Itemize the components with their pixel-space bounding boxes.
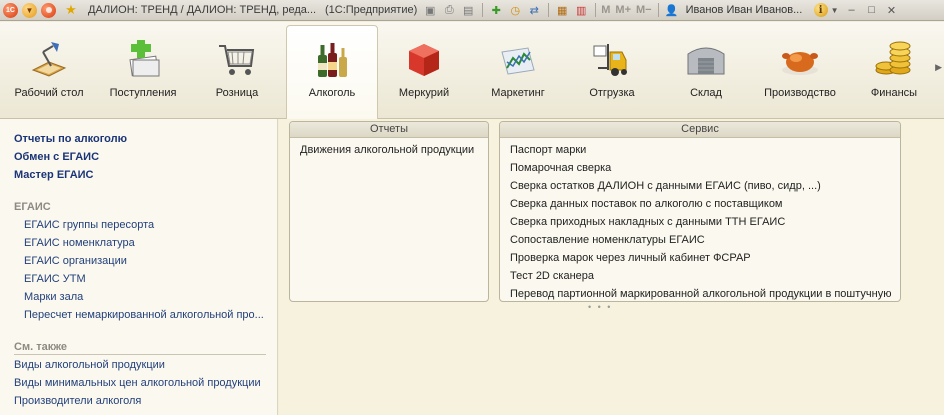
user-icon: 👤	[664, 4, 679, 17]
title-bar: 1С ▼ ★ ДАЛИОН: ТРЕНД / ДАЛИОН: ТРЕНД, ре…	[0, 0, 944, 21]
toolbar-separator	[548, 3, 550, 17]
memory-plus-button[interactable]: M+	[615, 4, 631, 16]
divider	[14, 354, 266, 355]
main-menu-icon[interactable]: ▼	[22, 2, 37, 18]
section-label: Поступления	[109, 87, 177, 99]
toolbar-separator	[595, 3, 597, 17]
toolbar-separator	[482, 3, 484, 17]
app-name: (1С:Предприятие)	[325, 4, 418, 16]
nav-item[interactable]: Марки зала	[24, 291, 264, 303]
print-icon[interactable]: ⎙	[441, 3, 457, 17]
nav-group-egais: ЕГАИС	[14, 201, 51, 213]
reports-group-title: Отчеты	[290, 122, 488, 138]
app-logo-icon[interactable]: 1С	[3, 2, 18, 18]
command-alcohol-movements[interactable]: Движения алкогольной продукции	[300, 144, 474, 156]
service-command[interactable]: Тест 2D сканера	[510, 270, 594, 282]
minimize-icon[interactable]: ‒	[845, 4, 859, 16]
nav-see-also-item[interactable]: Виды алкогольной продукции	[14, 359, 165, 371]
section-finance[interactable]: Финансы	[850, 26, 938, 114]
red-cube-icon	[409, 44, 439, 76]
service-command[interactable]: Помарочная сверка	[510, 162, 611, 174]
section-marketing[interactable]: Маркетинг	[474, 26, 562, 114]
service-group: Сервис Паспорт марки Помарочная сверка С…	[499, 121, 901, 302]
info-icon[interactable]: i	[813, 3, 828, 17]
desk-lamp-icon	[31, 42, 67, 77]
section-mercury[interactable]: Меркурий	[380, 26, 468, 114]
section-label: Производство	[764, 87, 836, 99]
work-area: Отчеты Движения алкогольной продукции Се…	[279, 119, 944, 415]
record-icon[interactable]	[41, 2, 56, 18]
nav-item[interactable]: ЕГАИС группы пересорта	[24, 219, 264, 231]
section-label: Маркетинг	[491, 87, 545, 99]
memory-minus-button[interactable]: M−	[636, 4, 652, 16]
memory-button[interactable]: M	[601, 4, 610, 16]
reports-group: Отчеты Движения алкогольной продукции	[289, 121, 489, 302]
section-label: Розница	[215, 87, 259, 99]
documents-plus-icon	[129, 40, 160, 77]
nav-see-also-item[interactable]: Производители алкоголя	[14, 395, 141, 407]
preview-icon[interactable]: ▤	[460, 3, 476, 17]
section-receipts[interactable]: Поступления	[99, 26, 187, 114]
section-label: Финансы	[870, 87, 918, 99]
service-command[interactable]: Сверка остатков ДАЛИОН с данными ЕГАИС (…	[510, 180, 821, 192]
section-retail[interactable]: Розница	[193, 26, 281, 114]
bottles-icon	[318, 43, 347, 77]
section-alcohol[interactable]: Алкоголь	[286, 25, 378, 120]
nav-item[interactable]: Пересчет немаркированной алкогольной про…	[24, 309, 264, 321]
current-user[interactable]: Иванов Иван Иванов...	[686, 4, 808, 16]
calculator-icon[interactable]: ▦	[554, 3, 570, 17]
sections-panel: Рабочий стол Поступления Розница Алкогол…	[0, 22, 944, 120]
nav-egais-exchange[interactable]: Обмен с ЕГАИС	[14, 151, 99, 163]
nav-egais-wizard[interactable]: Мастер ЕГАИС	[14, 169, 94, 181]
service-command[interactable]: Проверка марок через личный кабинет ФСРА…	[510, 252, 751, 264]
section-shipment[interactable]: Отгрузка	[568, 26, 656, 114]
chart-icon	[501, 47, 535, 75]
history-icon[interactable]: ◷	[507, 3, 523, 17]
service-command[interactable]: Сопоставление номенклатуры ЕГАИС	[510, 234, 705, 246]
nav-item[interactable]: ЕГАИС организации	[24, 255, 264, 267]
coins-icon	[875, 41, 911, 75]
link-icon[interactable]: ⇄	[526, 3, 542, 17]
forklift-icon	[593, 44, 627, 76]
nav-item[interactable]: ЕГАИС УТМ	[24, 273, 264, 285]
section-warehouse[interactable]: Склад	[662, 26, 750, 114]
service-command[interactable]: Сверка данных поставок по алкоголю с пос…	[510, 198, 783, 210]
service-command[interactable]: Перевод партионной маркированной алкогол…	[510, 288, 891, 300]
service-command[interactable]: Паспорт марки	[510, 144, 586, 156]
chevron-right-icon[interactable]: ▶	[935, 62, 942, 73]
nav-group-see-also: См. также	[14, 341, 67, 353]
section-label: Отгрузка	[589, 87, 635, 99]
section-label: Меркурий	[398, 87, 450, 99]
nav-see-also-item[interactable]: Виды минимальных цен алкогольной продукц…	[14, 377, 261, 389]
maximize-icon[interactable]: □	[865, 4, 879, 16]
nav-item[interactable]: ЕГАИС номенклатура	[24, 237, 264, 249]
section-desktop[interactable]: Рабочий стол	[5, 26, 93, 114]
section-label: Склад	[690, 87, 722, 99]
roast-chicken-icon	[782, 52, 818, 75]
favorites-star-icon[interactable]: ★	[64, 2, 78, 18]
resize-handle[interactable]: • • •	[588, 302, 612, 312]
app-logo-text: 1С	[6, 6, 15, 14]
calendar-icon[interactable]: ▥	[573, 3, 589, 17]
nav-alcohol-reports[interactable]: Отчеты по алкоголю	[14, 133, 127, 145]
navigation-panel: Отчеты по алкоголю Обмен с ЕГАИС Мастер …	[0, 119, 278, 415]
toolbar-separator	[657, 3, 659, 17]
save-icon[interactable]: ▣	[422, 3, 438, 17]
section-label: Рабочий стол	[14, 87, 84, 99]
close-icon[interactable]: ✕	[885, 4, 899, 17]
section-production[interactable]: Производство	[756, 26, 844, 114]
add-favorite-icon[interactable]: ✚	[488, 3, 504, 17]
service-command[interactable]: Сверка приходных накладных с данными ТТН…	[510, 216, 785, 228]
shopping-cart-icon	[219, 45, 255, 75]
chevron-down-icon[interactable]: ▼	[831, 6, 839, 15]
warehouse-icon	[687, 47, 725, 75]
service-group-title: Сервис	[500, 122, 900, 138]
section-label: Алкоголь	[308, 87, 356, 99]
window-title: ДАЛИОН: ТРЕНД / ДАЛИОН: ТРЕНД, реда...	[88, 4, 317, 16]
